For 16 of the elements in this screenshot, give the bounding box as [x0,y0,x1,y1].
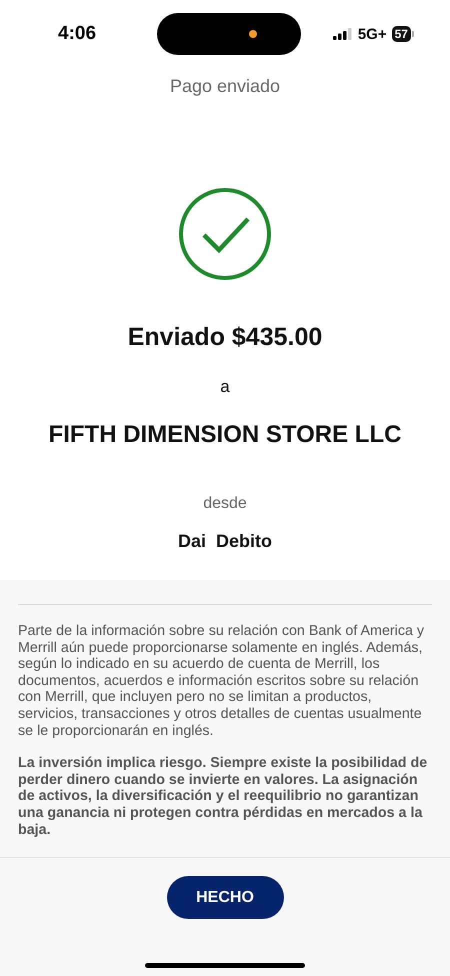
done-button[interactable]: HECHO [166,876,284,919]
indicator-dot [249,30,258,38]
account-name: Dai Debito [178,531,272,552]
disclosure-paragraph: La inversión implica riesgo. Siempre existe la posibilidad de perder dinero cuando se invierte en valores. La asignación de activos, la diversificación y el reequilibrio no garantizan una ganancia ni protegen contra pérdidas en mercados a la baja. [18,755,428,838]
screen-title: Pago enviado [168,76,282,97]
amount-sent: Enviado $435.00 [128,323,322,352]
recipient-name: FIFTH DIMENSION STORE LLC [48,421,402,449]
success-check-icon [178,187,272,281]
battery-level: 57 [392,26,411,42]
signal-icon [332,28,353,40]
status-time: 4:06 [58,23,96,45]
connector-text: a [220,377,230,397]
disclosure-paragraph: Parte de la información sobre su relación con Bank of America y Merrill aún puede proporcionarse solamente en inglés. Además, según lo indicado en su acuerdo de cuenta de Merrill, los documentos, acuerdos e información escritos sobre su relación con Merrill, que incluyen pero no se limitan a productos, servicios, transacciones y otros detalles de cuentas usualmente se le proporcionarán en inglés. [18,623,426,740]
battery-tip [412,31,414,37]
network-label: 5G+ [358,26,387,42]
from-label: desde [203,495,247,513]
